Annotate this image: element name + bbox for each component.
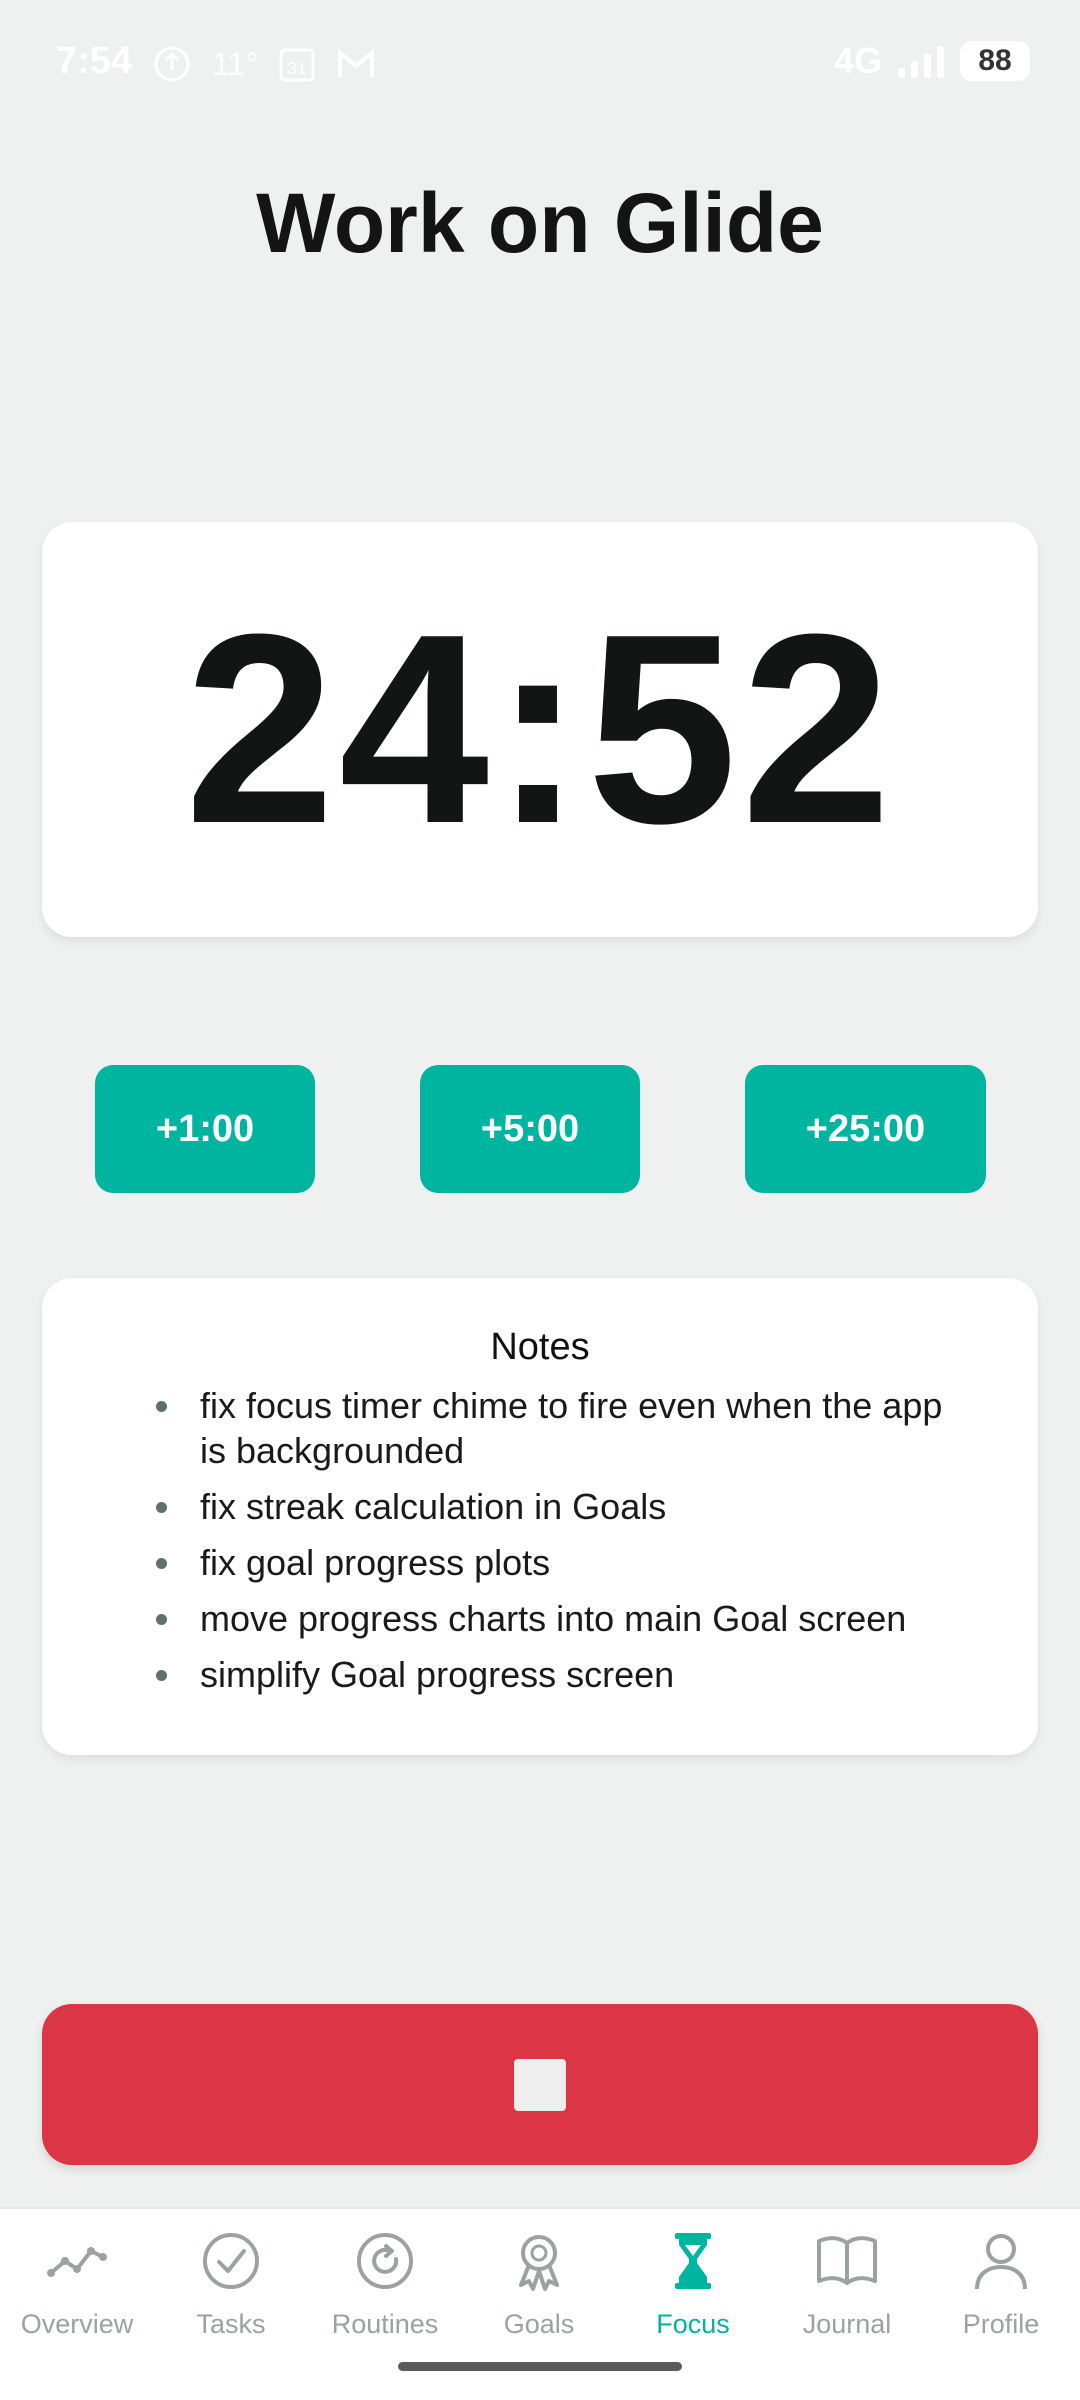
nav-item-routines[interactable]: Routines xyxy=(308,2209,462,2369)
nav-label: Goals xyxy=(503,2309,575,2339)
list-item: fix goal progress plots xyxy=(112,1540,968,1585)
refresh-circle-icon xyxy=(357,2233,413,2289)
home-indicator[interactable] xyxy=(398,2362,682,2371)
hourglass-icon xyxy=(675,2233,711,2289)
nav-label: Routines xyxy=(331,2309,439,2339)
network-type: 4G xyxy=(833,40,882,81)
battery-icon: 88 xyxy=(960,41,1030,81)
nav-label: Journal xyxy=(802,2309,892,2339)
award-ribbon-icon xyxy=(519,2235,559,2291)
nav-label: Profile xyxy=(962,2309,1040,2339)
status-system-icons: 4G 88 xyxy=(834,40,1030,82)
notes-card: Notes fix focus timer chime to fire even… xyxy=(42,1278,1038,1755)
person-icon xyxy=(975,2234,1027,2290)
nav-item-journal[interactable]: Journal xyxy=(770,2209,924,2369)
chart-line-icon xyxy=(47,2247,107,2277)
add-5-minutes-button[interactable]: +5:00 xyxy=(420,1065,640,1193)
nav-item-focus[interactable]: Focus xyxy=(616,2209,770,2369)
list-item: simplify Goal progress screen xyxy=(112,1652,968,1697)
status-bar: 7:54 11° 31 4G 88 xyxy=(0,0,1080,130)
nav-item-overview[interactable]: Overview xyxy=(0,2209,154,2369)
nav-item-tasks[interactable]: Tasks xyxy=(154,2209,308,2369)
page-title: Work on Glide xyxy=(256,176,824,270)
list-item: move progress charts into main Goal scre… xyxy=(112,1596,968,1641)
check-circle-icon xyxy=(203,2233,259,2289)
stop-button[interactable] xyxy=(42,2004,1038,2165)
nav-label: Overview xyxy=(20,2309,134,2339)
nav-label: Focus xyxy=(656,2309,730,2339)
list-item: fix focus timer chime to fire even when … xyxy=(112,1383,968,1473)
calendar-icon: 31 xyxy=(279,48,315,82)
nav-item-profile[interactable]: Profile xyxy=(924,2209,1078,2369)
notes-title: Notes xyxy=(490,1326,590,1368)
list-item: fix streak calculation in Goals xyxy=(112,1484,968,1529)
timer-card: 24:52 xyxy=(42,522,1038,937)
status-time: 7:54 xyxy=(56,40,133,82)
add-25-minutes-button[interactable]: +25:00 xyxy=(745,1065,986,1193)
gmail-icon xyxy=(338,48,375,77)
stop-icon xyxy=(514,2058,566,2111)
nav-label: Tasks xyxy=(196,2309,266,2339)
focus-screen: 7:54 11° 31 4G 88 Work on Glide 24:52 +1… xyxy=(0,0,1080,2400)
nav-item-goals[interactable]: Goals xyxy=(462,2209,616,2369)
timer-display: 24:52 xyxy=(184,578,896,880)
location-icon xyxy=(154,46,190,82)
bottom-nav: Overview Tasks Routines Goals Focus Jour… xyxy=(0,2207,1080,2400)
open-book-icon xyxy=(817,2236,877,2285)
notes-list: fix focus timer chime to fire even when … xyxy=(112,1383,968,1697)
svg-text:31: 31 xyxy=(288,59,307,78)
signal-icon xyxy=(898,44,944,78)
status-notification-icons: 11° 31 xyxy=(152,44,376,84)
temperature-text: 11° xyxy=(212,45,259,82)
add-1-minute-button[interactable]: +1:00 xyxy=(95,1065,315,1193)
